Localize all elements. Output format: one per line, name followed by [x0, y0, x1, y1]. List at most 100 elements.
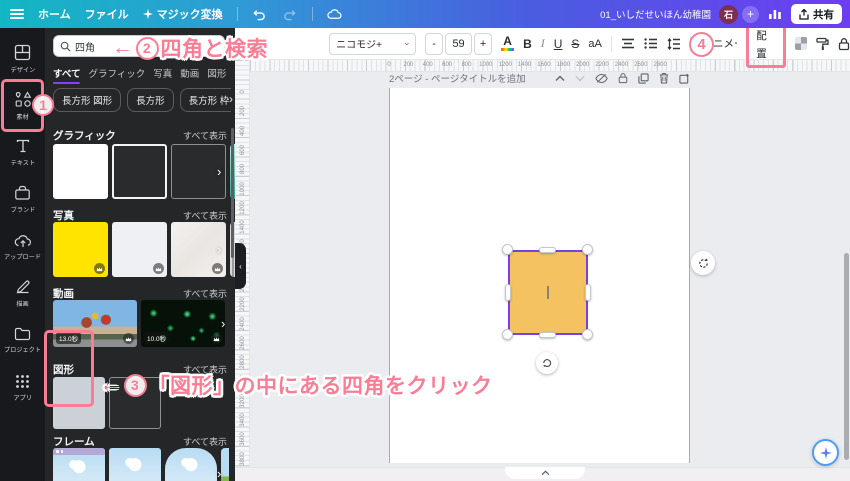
frame-browser[interactable] — [53, 448, 105, 481]
tabs-more-chevron-icon[interactable]: › — [234, 69, 235, 81]
strikethrough-button[interactable]: S — [571, 37, 579, 51]
search-bar[interactable] — [53, 35, 225, 57]
sidebar-item-projects[interactable]: プロジェクト — [0, 317, 45, 364]
resize-handle-bottom-right[interactable] — [582, 329, 593, 340]
font-size-value[interactable]: 59 — [445, 32, 473, 55]
animate-button[interactable]: アニメート — [700, 36, 737, 51]
graphics-next-chevron-icon[interactable]: › — [217, 164, 221, 179]
canva-assistant-button[interactable] — [812, 439, 839, 466]
video-cathedral[interactable]: 13.0秒 — [53, 300, 137, 347]
frame-rounded[interactable] — [165, 448, 217, 481]
sidebar-item-elements[interactable]: 素材 — [0, 82, 45, 129]
home-menu[interactable]: ホーム — [38, 6, 71, 22]
graphic-white-square[interactable] — [53, 144, 108, 199]
list-button[interactable] — [644, 38, 658, 49]
alignment-button[interactable] — [621, 38, 635, 49]
chips-more-chevron-icon[interactable]: › — [229, 92, 233, 106]
sidebar-item-uploads[interactable]: アップロード — [0, 223, 45, 270]
text-color-button[interactable]: A — [501, 35, 515, 51]
avatar[interactable]: 石 — [719, 4, 738, 24]
chip-rect-frame[interactable]: 長方形 枠 — [179, 88, 231, 112]
show-all-link[interactable]: すべて表示 — [183, 209, 227, 222]
resize-handle-right[interactable] — [585, 284, 591, 301]
ruler-label: 1200 — [240, 201, 246, 215]
photo-white[interactable] — [112, 222, 167, 277]
sidebar-label: テキスト — [10, 160, 35, 167]
search-input[interactable] — [75, 40, 195, 52]
text-case-button[interactable]: aA — [588, 38, 601, 50]
font-selector[interactable]: ニコモジ+ › — [329, 32, 417, 55]
photo-yellow[interactable] — [53, 222, 108, 277]
sidebar-item-text[interactable]: テキスト — [0, 129, 45, 176]
chip-rect-shape[interactable]: 長方形 図形 — [53, 88, 122, 112]
add-page-icon[interactable] — [679, 73, 690, 84]
divider — [689, 35, 691, 52]
bold-button[interactable]: B — [523, 37, 532, 51]
panel-scrollbar[interactable] — [230, 128, 234, 258]
text-style-lines-icon[interactable] — [307, 39, 320, 49]
resize-handle-top-left[interactable] — [502, 244, 513, 255]
hide-page-icon[interactable] — [595, 73, 608, 84]
resize-handle-top-right[interactable] — [582, 244, 593, 255]
sidebar-item-draw[interactable]: 描画 — [0, 270, 45, 317]
sidebar-item-apps[interactable]: アプリ — [0, 364, 45, 411]
tab-graphics[interactable]: グラフィック — [88, 66, 145, 84]
add-member-button[interactable]: + — [742, 5, 759, 23]
insights-chart-icon[interactable] — [767, 6, 783, 22]
italic-button[interactable]: I — [541, 36, 545, 51]
lock-button[interactable] — [838, 37, 850, 51]
show-all-link[interactable]: すべて表示 — [183, 363, 227, 376]
undo-icon[interactable] — [252, 6, 268, 22]
expand-toolbar-handle[interactable] — [505, 467, 585, 479]
frame-square[interactable] — [109, 448, 161, 481]
videos-next-chevron-icon[interactable]: › — [221, 316, 225, 331]
spacing-button[interactable] — [667, 37, 681, 50]
redo-icon[interactable] — [282, 6, 298, 22]
duplicate-page-icon[interactable] — [638, 72, 649, 84]
folder-icon — [14, 327, 31, 341]
sidebar-item-brand[interactable]: ブランド — [0, 176, 45, 223]
tab-photos[interactable]: 写真 — [153, 66, 172, 84]
canvas-scrollbar[interactable] — [844, 253, 849, 460]
resize-handle-left[interactable] — [505, 284, 511, 301]
tab-all[interactable]: すべて — [53, 66, 81, 84]
panel-collapse-handle[interactable]: ‹ — [235, 243, 246, 289]
photos-next-chevron-icon[interactable]: › — [217, 242, 221, 257]
transparency-button[interactable] — [794, 37, 807, 50]
font-size-increase-button[interactable]: + — [474, 32, 493, 55]
chip-rect[interactable]: 長方形 — [127, 88, 174, 112]
resize-handle-bottom-left[interactable] — [502, 329, 513, 340]
topbar-right: 01_いしだせいほん幼稚園 石 + 共有 — [600, 4, 850, 24]
show-all-link[interactable]: すべて表示 — [183, 129, 227, 142]
shape-square-2[interactable] — [109, 377, 161, 429]
lock-page-icon[interactable] — [618, 72, 628, 84]
menu-icon[interactable] — [10, 9, 24, 19]
font-size-decrease-button[interactable]: - — [425, 32, 444, 55]
frames-next-chevron-icon[interactable]: › — [217, 466, 221, 481]
move-page-up-icon[interactable] — [555, 75, 565, 82]
loop-rotate-button[interactable] — [691, 251, 715, 275]
underline-button[interactable]: U — [554, 37, 563, 51]
page-title[interactable]: 2ページ - ページタイトルを追加 — [389, 71, 526, 85]
shape-square[interactable] — [53, 377, 105, 429]
resize-handle-top[interactable] — [539, 247, 556, 253]
file-menu[interactable]: ファイル — [85, 6, 129, 22]
graphic-outline-square[interactable] — [112, 144, 167, 199]
ruler-label: 2600 — [634, 62, 648, 68]
share-button[interactable]: 共有 — [791, 4, 842, 24]
show-all-link[interactable]: すべて表示 — [183, 287, 227, 300]
rotate-handle[interactable] — [536, 352, 558, 374]
move-page-down-icon[interactable] — [575, 75, 585, 82]
magic-switch-menu[interactable]: マジック変換 — [142, 6, 223, 22]
tab-shapes[interactable]: 図形 — [207, 66, 226, 84]
copy-style-button[interactable] — [816, 37, 829, 51]
document-title[interactable]: 01_いしだせいほん幼稚園 — [600, 7, 711, 21]
video-green-sparkles[interactable]: 10.0秒 — [141, 300, 225, 347]
resize-handle-bottom[interactable] — [539, 332, 556, 338]
delete-page-icon[interactable] — [659, 72, 669, 84]
sidebar-item-design[interactable]: デザイン — [0, 35, 45, 82]
frame-partial[interactable] — [221, 448, 229, 481]
show-all-link[interactable]: すべて表示 — [183, 435, 227, 448]
position-button[interactable]: 配置 — [756, 30, 767, 60]
tab-videos[interactable]: 動画 — [180, 66, 199, 84]
